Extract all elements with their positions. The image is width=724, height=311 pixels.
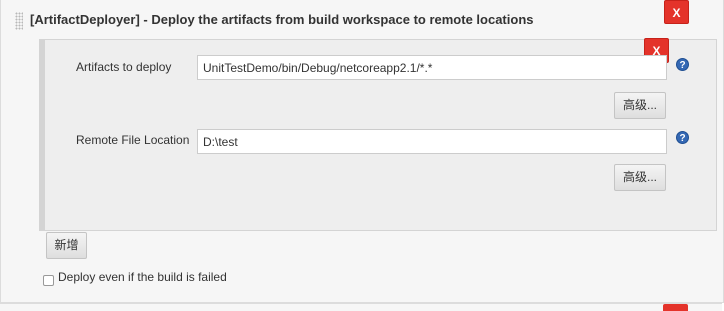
deploy-if-failed-label: Deploy even if the build is failed: [58, 270, 227, 284]
next-section-edge: [0, 303, 722, 311]
remote-file-location-label: Remote File Location: [76, 133, 190, 147]
help-icon[interactable]: ?: [676, 58, 689, 71]
artifacts-to-deploy-label: Artifacts to deploy: [76, 60, 172, 74]
advanced-button-remote-location[interactable]: 高级...: [614, 164, 666, 191]
build-step-panel: [ArtifactDeployer] - Deploy the artifact…: [0, 0, 724, 311]
deploy-if-failed-checkbox[interactable]: [43, 275, 54, 286]
remote-file-location-input[interactable]: [197, 129, 667, 154]
help-icon[interactable]: ?: [676, 131, 689, 144]
drag-handle-icon[interactable]: [15, 12, 23, 30]
section-title: [ArtifactDeployer] - Deploy the artifact…: [30, 12, 534, 27]
artifact-deployer-section: [ArtifactDeployer] - Deploy the artifact…: [0, 0, 724, 303]
artifacts-to-deploy-input[interactable]: [197, 55, 667, 80]
advanced-button-artifacts[interactable]: 高级...: [614, 92, 666, 119]
next-section-close-button[interactable]: [663, 304, 688, 311]
add-entry-button[interactable]: 新增: [46, 232, 87, 259]
delete-step-button[interactable]: X: [664, 0, 689, 24]
